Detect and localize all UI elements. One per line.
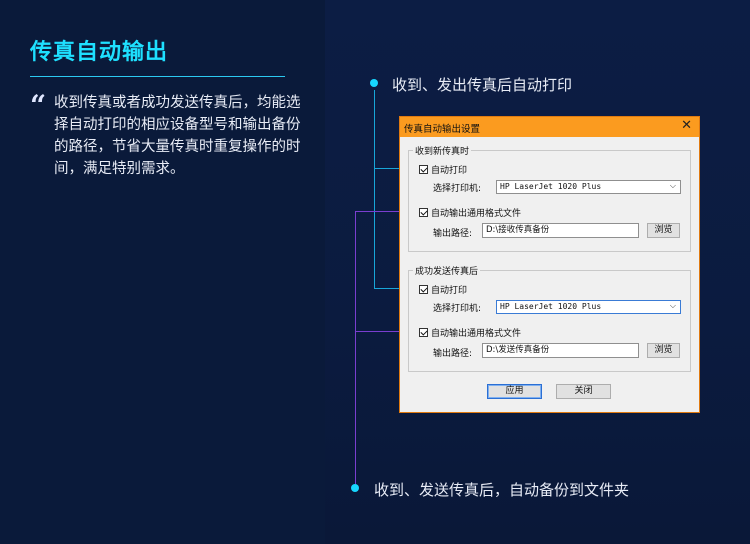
page-title: 传真自动输出 <box>30 40 169 65</box>
received-printer-value: HP LaserJet 1020 Plus <box>500 182 602 191</box>
sent-printer-value: HP LaserJet 1020 Plus <box>500 302 602 311</box>
sent-path-input[interactable]: D:\发送传真备份 <box>482 343 639 358</box>
bullet-dot-backup <box>351 484 359 492</box>
chevron-down-icon: ⌵ <box>669 301 676 310</box>
dialog-title: 传真自动输出设置 <box>404 124 481 135</box>
received-auto-output-checkbox[interactable] <box>419 208 428 217</box>
close-button[interactable]: 关闭 <box>556 384 611 399</box>
received-browse-button[interactable]: 浏览 <box>647 223 680 238</box>
received-printer-select[interactable]: HP LaserJet 1020 Plus ⌵ <box>496 180 681 194</box>
sent-group-label: 成功发送传真后 <box>413 264 481 277</box>
received-auto-print-checkbox[interactable] <box>419 165 428 174</box>
connector-backup-vertical <box>355 211 356 484</box>
sent-printer-label: 选择打印机: <box>433 304 482 314</box>
bullet-backup: 收到、发送传真后，自动备份到文件夹 <box>374 481 630 499</box>
apply-button[interactable]: 应用 <box>487 384 542 399</box>
quote-mark-icon: “ <box>30 89 47 122</box>
received-path-label: 输出路径: <box>433 229 473 239</box>
close-icon[interactable]: ✕ <box>681 119 692 133</box>
received-path-input[interactable]: D:\接收传真备份 <box>482 223 639 238</box>
received-auto-print-label: 自动打印 <box>431 166 468 176</box>
sent-auto-print-label: 自动打印 <box>431 286 468 296</box>
sent-auto-output-label: 自动输出通用格式文件 <box>431 329 522 339</box>
sent-auto-print-checkbox[interactable] <box>419 285 428 294</box>
sent-browse-button[interactable]: 浏览 <box>647 343 680 358</box>
received-group-label: 收到新传真时 <box>413 144 472 157</box>
sent-path-label: 输出路径: <box>433 349 473 359</box>
chevron-down-icon: ⌵ <box>669 181 676 190</box>
connector-print-vertical <box>374 90 375 289</box>
bullet-print: 收到、发出传真后自动打印 <box>392 76 573 94</box>
received-auto-output-label: 自动输出通用格式文件 <box>431 209 522 219</box>
left-panel <box>0 0 325 544</box>
feature-description: 收到传真或者成功发送传真后，均能选择自动打印的相应设备型号和输出备份的路径，节省… <box>54 95 301 177</box>
dialog-titlebar[interactable]: 传真自动输出设置 ✕ <box>400 117 699 137</box>
fax-output-settings-dialog: 传真自动输出设置 ✕ 收到新传真时 自动打印 选择打印机: HP LaserJe… <box>399 116 700 413</box>
title-divider <box>30 76 285 77</box>
sent-printer-select[interactable]: HP LaserJet 1020 Plus ⌵ <box>496 300 681 314</box>
bullet-dot-print <box>370 79 378 87</box>
received-printer-label: 选择打印机: <box>433 184 482 194</box>
sent-auto-output-checkbox[interactable] <box>419 328 428 337</box>
